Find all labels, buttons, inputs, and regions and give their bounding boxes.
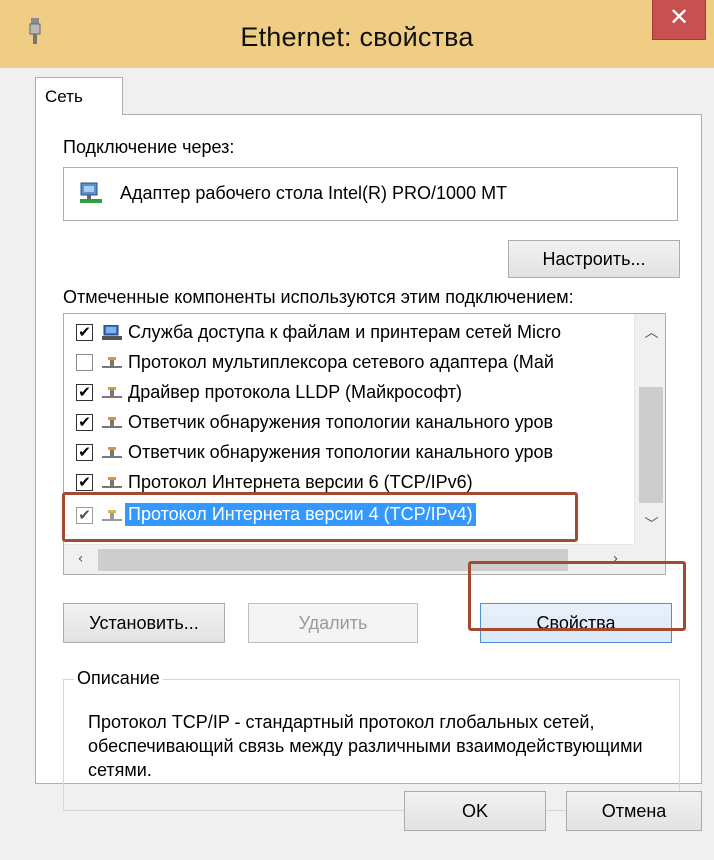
scroll-right-icon[interactable]: › xyxy=(599,551,632,567)
service-icon xyxy=(102,325,122,340)
scroll-up-icon[interactable]: ︿ xyxy=(635,322,665,342)
tab-panel: Подключение через: Адаптер рабочего стол… xyxy=(35,114,702,811)
list-item[interactable]: ✔ Протокол Интернета версии 6 (TCP/IPv6) xyxy=(64,467,634,497)
checkbox[interactable]: ✔ xyxy=(76,474,93,491)
checkbox[interactable]: ✔ xyxy=(76,384,93,401)
list-item-label: Протокол мультиплексора сетевого адаптер… xyxy=(128,352,554,372)
list-item[interactable]: ✔ Ответчик обнаружения топологии канальн… xyxy=(64,437,634,467)
list-item[interactable]: Протокол мультиплексора сетевого адаптер… xyxy=(64,347,634,377)
protocol-icon xyxy=(102,387,122,398)
list-item-label: Служба доступа к файлам и принтерам сете… xyxy=(128,322,561,342)
horizontal-scroll-thumb[interactable] xyxy=(98,549,568,571)
protocol-icon xyxy=(102,417,122,428)
checkbox[interactable]: ✔ xyxy=(76,444,93,461)
close-button[interactable]: ✕ xyxy=(652,0,706,40)
list-item-label: Ответчик обнаружения топологии канальног… xyxy=(128,442,554,462)
checkbox[interactable]: ✔ xyxy=(76,414,93,431)
horizontal-scrollbar[interactable]: ‹ › xyxy=(64,544,634,574)
list-item-label: Протокол Интернета версии 4 (TCP/IPv4) xyxy=(125,503,476,526)
checkbox[interactable]: ✔ xyxy=(76,324,93,341)
protocol-icon xyxy=(102,357,122,368)
window-title: Ethernet: свойства xyxy=(240,22,474,52)
vertical-scroll-thumb[interactable] xyxy=(639,387,663,503)
checkbox[interactable]: ✔ xyxy=(76,507,93,524)
list-item[interactable]: ✔ Служба доступа к файлам и принтерам се… xyxy=(64,317,634,347)
components-list[interactable]: ✔ Служба доступа к файлам и принтерам се… xyxy=(63,313,666,575)
protocol-icon xyxy=(102,477,122,488)
adapter-name: Адаптер рабочего стола Intel(R) PRO/1000… xyxy=(120,183,508,203)
checkbox[interactable] xyxy=(76,354,93,371)
list-item[interactable]: ✔ Ответчик обнаружения топологии канальн… xyxy=(64,407,634,437)
uninstall-button: Удалить xyxy=(248,603,418,643)
close-icon: ✕ xyxy=(668,4,690,31)
list-item-label: Драйвер протокола LLDP (Майкрософт) xyxy=(128,382,463,402)
components-label: Отмеченные компоненты используются этим … xyxy=(63,287,574,307)
ok-button[interactable]: OK xyxy=(404,791,546,831)
scrollbar-corner xyxy=(634,544,665,574)
protocol-icon xyxy=(102,510,122,521)
list-item-selected[interactable]: ✔ Протокол Интернета версии 4 (TCP/IPv4) xyxy=(64,500,634,530)
connect-using-label: Подключение через: xyxy=(63,137,235,157)
properties-button[interactable]: Свойства xyxy=(480,603,672,643)
cancel-button[interactable]: Отмена xyxy=(566,791,702,831)
network-adapter-icon xyxy=(80,182,102,203)
scroll-left-icon[interactable]: ‹ xyxy=(64,551,97,567)
client-area: Сеть Подключение через: Адаптер рабочего… xyxy=(11,68,703,850)
list-item-label: Протокол Интернета версии 6 (TCP/IPv6) xyxy=(128,472,473,492)
adapter-field: Адаптер рабочего стола Intel(R) PRO/1000… xyxy=(63,167,678,221)
vertical-scrollbar[interactable]: ︿ ﹀ xyxy=(634,314,665,544)
title-bar[interactable]: Ethernet: свойства ✕ xyxy=(0,0,714,68)
properties-window: Ethernet: свойства ✕ Сеть Подключение че… xyxy=(0,0,714,860)
install-button[interactable]: Установить... xyxy=(63,603,225,643)
configure-button[interactable]: Настроить... xyxy=(508,240,680,278)
scroll-down-icon[interactable]: ﹀ xyxy=(635,514,665,534)
protocol-icon xyxy=(102,447,122,458)
description-legend: Описание xyxy=(74,668,163,689)
list-item-label: Ответчик обнаружения топологии канальног… xyxy=(128,412,554,432)
tab-network[interactable]: Сеть xyxy=(35,77,123,115)
list-item[interactable]: ✔ Драйвер протокола LLDP (Майкрософт) xyxy=(64,377,634,407)
tab-label: Сеть xyxy=(45,87,83,106)
description-text: Протокол TCP/IP - стандартный протокол г… xyxy=(88,712,643,780)
